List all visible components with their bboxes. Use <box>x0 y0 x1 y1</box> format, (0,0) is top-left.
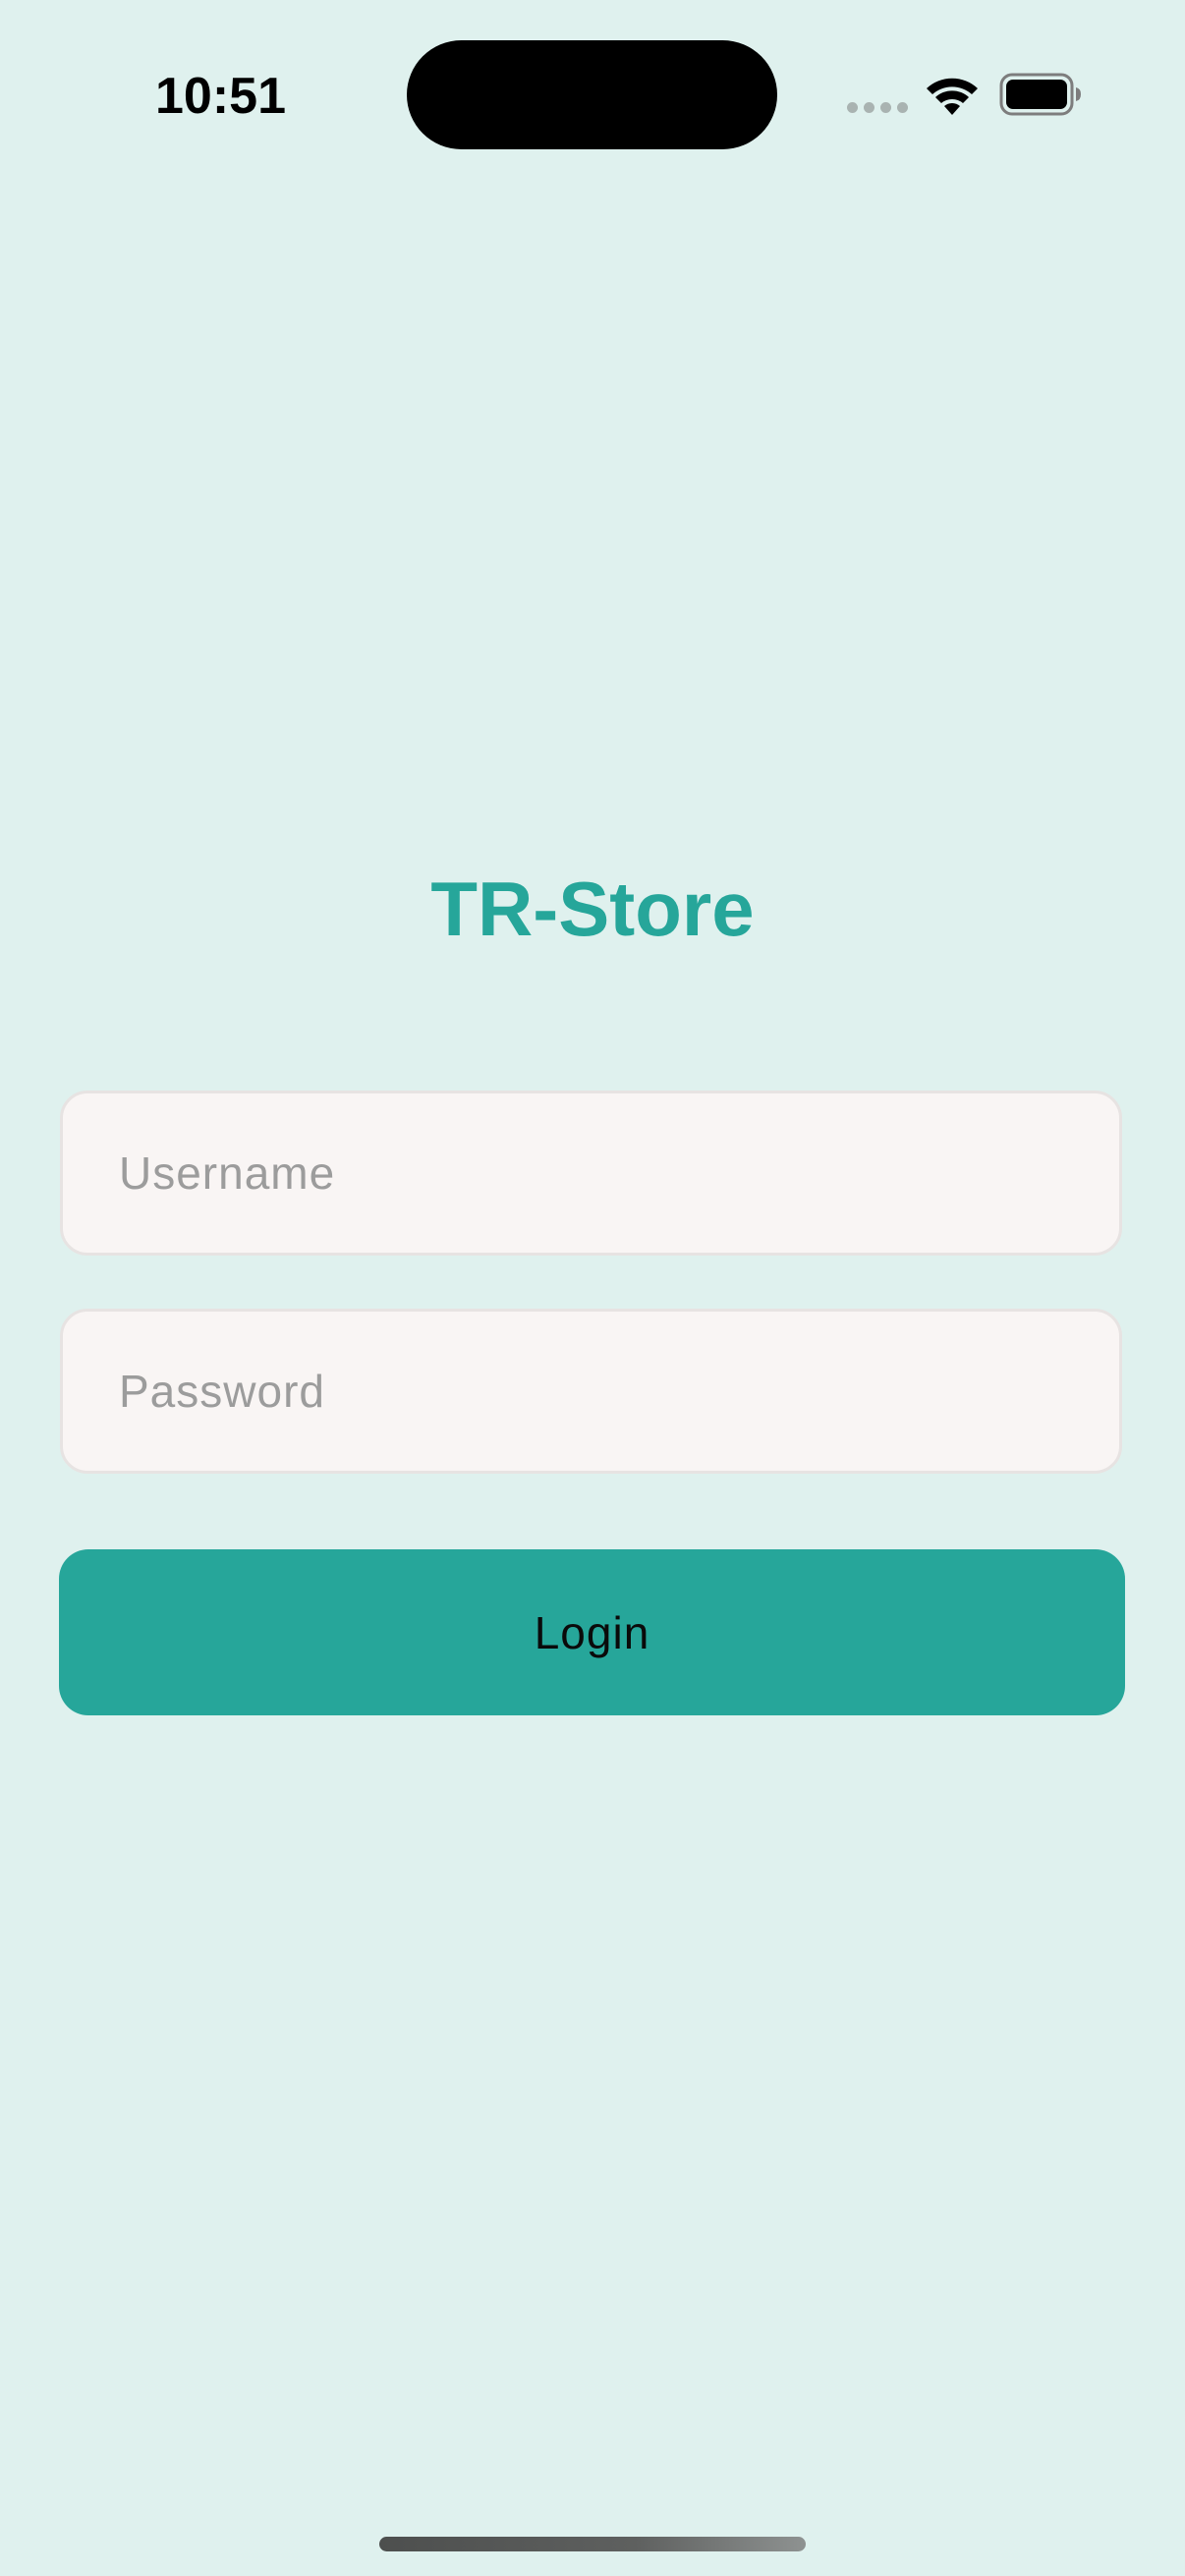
password-input[interactable] <box>63 1312 1119 1471</box>
home-indicator <box>379 2537 806 2551</box>
dynamic-island <box>407 40 777 149</box>
app-title: TR-Store <box>430 866 755 952</box>
username-input[interactable] <box>63 1093 1119 1253</box>
login-button[interactable]: Login <box>59 1549 1125 1715</box>
wifi-icon <box>927 78 978 115</box>
battery-icon <box>999 73 1081 116</box>
cellular-signal-icon <box>847 102 908 114</box>
username-field[interactable] <box>60 1091 1122 1256</box>
status-bar: 10:51 <box>0 0 1185 196</box>
status-time: 10:51 <box>155 68 286 125</box>
password-field[interactable] <box>60 1309 1122 1474</box>
